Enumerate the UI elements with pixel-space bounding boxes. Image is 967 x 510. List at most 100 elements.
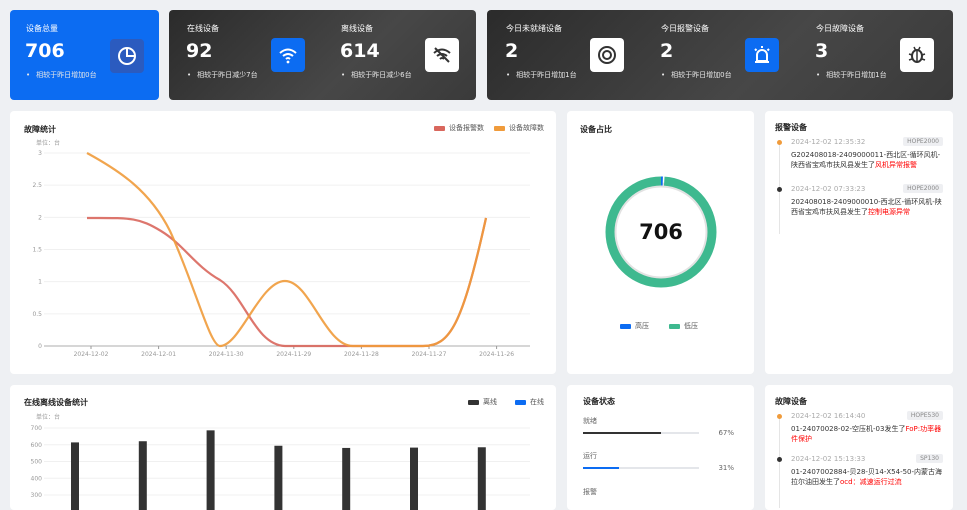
status-ready-label: 就绪 <box>583 417 597 425</box>
alarm-desc: 202408018-2409000010-西北区-循环风机-陕西省宝鸡市扶风县发… <box>791 198 942 216</box>
fault-chart-unit: 单位：台 <box>36 139 60 147</box>
alarm-text: 202408018-2409000010-西北区-循环风机-陕西省宝鸡市扶风县发… <box>791 197 943 217</box>
online-devices-sub: 相较于昨日减少7台 <box>187 70 257 80</box>
alarm-desc-red: 控制电源异常 <box>868 208 910 216</box>
x-tick-label: 2024-11-30 <box>209 351 244 358</box>
status-ready-bar <box>583 432 661 434</box>
fault-devices-card: 故障设备 2024-12-02 16:14:40 HOPE530 01-2407… <box>765 385 953 510</box>
x-tick-label: 2024-11-29 <box>276 351 311 358</box>
alarm-dot <box>777 187 782 192</box>
fault-line-chart: 单位：台 0 0.5 1 1.5 2 2.5 3 2024-12-02 2024-12-01 20… <box>32 139 530 358</box>
fault-desc-red: ocd：减速运行过流 <box>840 478 902 486</box>
wifi-icon <box>271 38 305 72</box>
online-bar-chart: 单位：台 300 400 500 600 700 <box>31 413 530 510</box>
alarm-desc-red: 风机异常报警 <box>875 161 917 169</box>
y-tick-label: 500 <box>31 459 43 466</box>
offline-devices-sub: 相较于昨日减少6台 <box>341 70 411 80</box>
y-tick-label: 1.5 <box>32 247 42 254</box>
online-chart-card: 在线离线设备统计 离线 在线 单位：台 300 400 500 600 700 <box>10 385 556 510</box>
device-status-title: 设备状态 <box>583 397 615 406</box>
alarm-desc: G202408018-2409000011-西北区-循环风机-陕西省宝鸡市扶风县… <box>791 151 941 169</box>
x-tick-label: 2024-12-02 <box>74 351 109 358</box>
total-devices-title: 设备总量 <box>26 24 58 33</box>
y-tick-label: 700 <box>31 425 43 432</box>
alarm-time: 2024-12-02 12:35:32 <box>791 138 866 146</box>
total-devices-card[interactable]: 设备总量 706 相较于昨日增加0台 <box>10 10 159 100</box>
today-status-card: 今日未就绪设备 2 相较于昨日增加1台 今日报警设备 2 相较于昨日增加0台 今… <box>487 10 953 100</box>
alarm-tag: HOPE2000 <box>903 137 943 146</box>
device-ratio-title: 设备占比 <box>580 125 612 134</box>
device-ratio-legend: 高压 低压 <box>620 321 698 331</box>
y-tick-label: 2 <box>38 214 42 221</box>
offline-devices-title: 离线设备 <box>341 24 373 33</box>
y-tick-label: 300 <box>31 492 43 499</box>
donut-center-value: 706 <box>639 220 683 244</box>
fault-dot <box>777 457 782 462</box>
status-ready-pct: 67% <box>718 429 734 437</box>
alarm-devices-card-title: 报警设备 <box>775 123 807 132</box>
y-tick-label: 3 <box>38 150 42 157</box>
fault-tag: HOPE530 <box>906 411 943 420</box>
total-devices-sub: 相较于昨日增加0台 <box>26 70 96 80</box>
x-tick-label: 2024-11-27 <box>412 351 447 358</box>
y-tick-label: 2.5 <box>32 182 42 189</box>
unready-devices-sub: 相较于昨日增加1台 <box>506 70 576 80</box>
status-ready-track <box>583 432 699 434</box>
fault-devices-card-title: 故障设备 <box>775 397 807 406</box>
bug-icon <box>900 38 934 72</box>
alarm-tag: HOPE2000 <box>903 184 943 193</box>
bar-offline <box>477 447 486 510</box>
status-alarm-label: 报警 <box>583 488 597 496</box>
status-running-track <box>583 467 699 469</box>
fault-devices-value: 3 <box>815 40 829 62</box>
fault-item[interactable]: 2024-12-02 15:13:33 SP130 01-2407002884-… <box>775 454 943 505</box>
online-devices-title: 在线设备 <box>187 24 219 33</box>
device-ratio-card: 设备占比 706 高压 低压 <box>567 111 754 374</box>
status-running-bar <box>583 467 619 469</box>
y-tick-label: 1 <box>38 279 42 286</box>
alarm-devices-title: 今日报警设备 <box>661 24 709 33</box>
fault-time: 2024-12-02 15:13:33 <box>791 455 866 463</box>
legend-high-voltage: 高压 <box>635 322 649 330</box>
bar-offline <box>274 445 283 510</box>
online-devices-value: 92 <box>186 40 213 62</box>
alarm-item[interactable]: 2024-12-02 12:35:32 HOPE2000 G202408018-… <box>775 137 943 188</box>
x-tick-label: 2024-11-26 <box>479 351 514 358</box>
alarm-text: G202408018-2409000011-西北区-循环风机-陕西省宝鸡市扶风县… <box>791 150 943 170</box>
y-tick-label: 400 <box>31 475 43 482</box>
alarm-devices-value: 2 <box>660 40 674 62</box>
fault-time: 2024-12-02 16:14:40 <box>791 412 866 420</box>
x-tick-label: 2024-12-01 <box>141 351 176 358</box>
alarm-time: 2024-12-02 07:33:23 <box>791 185 866 193</box>
fault-desc: 01-24070028-02-空压机-03发生了 <box>791 425 906 433</box>
status-running-label: 运行 <box>583 452 597 460</box>
wifi-off-icon <box>425 38 459 72</box>
fault-text: 01-2407002884-贝28-贝14-X54-50-内蒙古海拉尔油田发生了… <box>791 467 943 487</box>
fault-devices-sub: 相较于昨日增加1台 <box>816 70 886 80</box>
unready-devices-title: 今日未就绪设备 <box>506 24 562 33</box>
y-tick-label: 0 <box>38 343 42 350</box>
alarm-light-icon <box>745 38 779 72</box>
alarm-item[interactable]: 2024-12-02 07:33:23 HOPE2000 202408018-2… <box>775 184 943 235</box>
fault-text: 01-24070028-02-空压机-03发生了FoP:功率器件保护 <box>791 424 943 444</box>
online-chart-unit: 单位：台 <box>36 413 60 421</box>
fault-tag: SP130 <box>916 454 943 463</box>
alarm-devices-card: 报警设备 2024-12-02 12:35:32 HOPE2000 G20240… <box>765 111 953 374</box>
bar-offline <box>206 430 215 510</box>
bar-offline <box>410 447 418 510</box>
status-running-pct: 31% <box>718 464 734 472</box>
fault-chart-card: 故障统计 设备报警数 设备故障数 单位：台 0 0.5 1 1.5 2 2.5 3 2024-… <box>10 111 556 374</box>
offline-devices-value: 614 <box>340 40 380 62</box>
total-devices-value: 706 <box>25 40 65 62</box>
y-tick-label: 600 <box>31 442 43 449</box>
pie-chart-icon <box>110 39 144 73</box>
device-status-card: 设备状态 就绪 67% 运行 31% 报警 <box>567 385 754 510</box>
alarm-devices-sub: 相较于昨日增加0台 <box>661 70 731 80</box>
unready-devices-value: 2 <box>505 40 519 62</box>
alarm-dot <box>777 140 782 145</box>
y-tick-label: 0.5 <box>32 311 42 318</box>
fault-dot <box>777 414 782 419</box>
fault-item[interactable]: 2024-12-02 16:14:40 HOPE530 01-24070028-… <box>775 411 943 457</box>
x-tick-label: 2024-11-28 <box>344 351 379 358</box>
fault-devices-title: 今日故障设备 <box>816 24 864 33</box>
